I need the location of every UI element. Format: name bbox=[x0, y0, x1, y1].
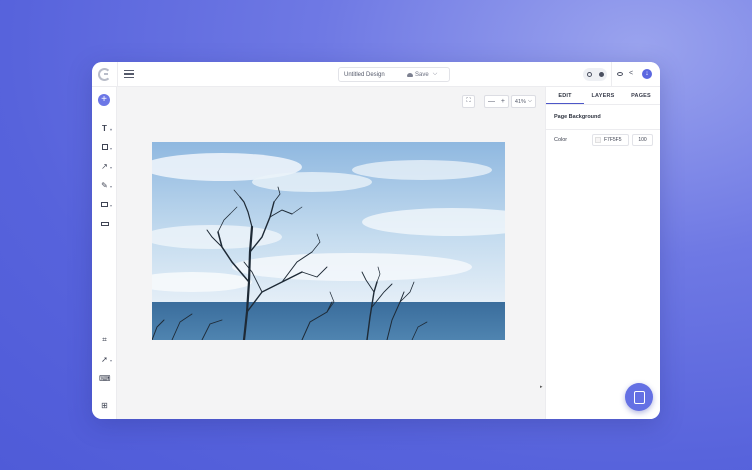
select-tool-icon[interactable]: ➚ ▾ bbox=[99, 354, 112, 365]
share-icon[interactable]: < bbox=[629, 70, 633, 78]
zoom-level-select[interactable]: 41% ⌵ bbox=[511, 95, 536, 108]
pen-tool-icon[interactable]: ✎ ▾ bbox=[99, 180, 112, 191]
design-title[interactable]: Untitled Design bbox=[339, 72, 407, 78]
page-image[interactable] bbox=[152, 142, 505, 340]
crop-tool-icon[interactable]: ⌗ bbox=[99, 334, 110, 345]
text-tool-glyph: T bbox=[102, 124, 107, 133]
chevron-down-icon: ⌵ bbox=[527, 98, 533, 104]
zoom-in-button[interactable]: + bbox=[501, 98, 505, 105]
divider bbox=[611, 62, 612, 87]
resize-icon[interactable]: ⊞ bbox=[99, 400, 110, 411]
zoom-level: 41% bbox=[514, 98, 526, 105]
top-bar: Untitled Design Save ⌵ < ↓ bbox=[92, 62, 660, 87]
sky-sea-tree-photo bbox=[152, 142, 505, 340]
image-tool-icon[interactable]: ▾ bbox=[99, 199, 112, 210]
chevron-down-icon: ⌵ bbox=[432, 71, 438, 77]
arrow-glyph: ↗ bbox=[101, 162, 108, 171]
opacity-field[interactable]: 100 bbox=[632, 134, 653, 146]
comments-group[interactable] bbox=[583, 68, 607, 81]
color-swatch[interactable] bbox=[595, 137, 601, 143]
arrow-tool-icon[interactable]: ↗ ▾ bbox=[99, 161, 112, 172]
pen-glyph: ✎ bbox=[101, 181, 108, 190]
fit-screen-icon[interactable]: ⛶ bbox=[462, 95, 475, 108]
section-title: Page Background bbox=[554, 114, 601, 120]
right-panel: EDIT LAYERS PAGES Page Background Color … bbox=[545, 87, 660, 419]
divider bbox=[546, 129, 660, 130]
zoom-buttons: — + bbox=[484, 95, 509, 108]
keyboard-icon[interactable]: ⌨ bbox=[99, 373, 111, 384]
shape-tool-icon[interactable]: ▾ bbox=[99, 142, 112, 153]
select-glyph: ➚ bbox=[101, 355, 108, 364]
save-button[interactable]: Save ⌵ bbox=[407, 71, 437, 78]
frame-tool-icon[interactable] bbox=[99, 218, 110, 229]
text-tool-icon[interactable]: T ▾ bbox=[99, 123, 112, 134]
add-element-button[interactable]: + bbox=[98, 94, 110, 106]
zoom-controls: — + 41% ⌵ bbox=[484, 95, 536, 108]
divider bbox=[117, 62, 118, 87]
left-toolbar: + T ▾ ▾ ↗ ▾ ✎ ▾ ▾ ⌗ ➚ ▾ ⌨ ⊞ bbox=[92, 87, 117, 419]
support-chat-button[interactable] bbox=[625, 383, 653, 411]
zoom-out-button[interactable]: — bbox=[488, 98, 495, 105]
tab-edit[interactable]: EDIT bbox=[546, 87, 584, 104]
canvas-area[interactable]: ⛶ — + 41% ⌵ ▸ bbox=[117, 87, 545, 419]
color-value: F7F5F5 bbox=[604, 137, 622, 143]
app-logo bbox=[98, 68, 111, 81]
color-field[interactable]: F7F5F5 bbox=[592, 134, 629, 146]
color-label: Color bbox=[554, 137, 568, 143]
download-button[interactable]: ↓ bbox=[642, 69, 652, 79]
panel-tabs: EDIT LAYERS PAGES bbox=[546, 87, 660, 105]
chat-icon[interactable] bbox=[598, 72, 604, 77]
collapse-panel-icon[interactable]: ▸ bbox=[540, 384, 543, 390]
info-icon[interactable] bbox=[586, 72, 592, 77]
save-label: Save bbox=[415, 71, 429, 78]
preview-eye-icon[interactable] bbox=[617, 72, 623, 76]
design-title-box[interactable]: Untitled Design Save ⌵ bbox=[338, 67, 450, 82]
menu-icon[interactable] bbox=[124, 70, 134, 79]
cloud-icon bbox=[407, 72, 413, 77]
editor-window: Untitled Design Save ⌵ < ↓ + T ▾ ▾ ↗ ▾ ✎ ▾ … bbox=[92, 62, 660, 419]
tab-pages[interactable]: PAGES bbox=[622, 87, 660, 104]
tab-layers[interactable]: LAYERS bbox=[584, 87, 622, 104]
